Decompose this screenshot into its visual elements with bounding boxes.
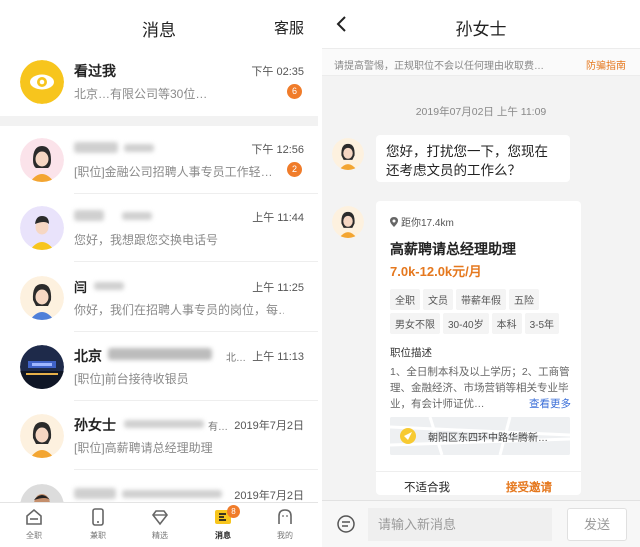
message-time: 2019年7月2日 [234,490,304,502]
message-snippet: 你好，我们在招聘人事专员的岗位，每… [74,303,284,317]
fraud-warning-text: 请提高警惕，正规职位不会以任何理由收取费… [334,61,544,72]
chat-input-bar: 发送 [322,500,640,547]
blurred-name [74,488,116,499]
blurred-subtitle [94,282,124,290]
eye-icon [20,60,64,104]
job-tag: 带薪年假 [456,289,506,310]
quick-reply-icon[interactable] [336,514,356,534]
tab-messages[interactable]: 8 消息 [203,505,243,541]
unread-badge: 6 [287,84,302,99]
blurred-name [74,210,104,221]
bottom-tab-bar: 全职 兼职 精选 8 消息 我的 [0,502,318,547]
message-time: 上午 11:25 [252,282,304,294]
message-time: 下午 12:56 [251,144,304,156]
message-snippet: 北京…有限公司等30位… [74,87,208,101]
list-item[interactable]: 上午 11:44 您好，我想跟您交换电话号 [0,194,318,262]
job-salary: 7.0k-12.0k元/月 [390,264,482,279]
contact-name: 看过我 [74,63,116,79]
sender-avatar[interactable] [332,206,364,238]
tab-featured[interactable]: 精选 [140,507,180,541]
company-photo-avatar [20,345,64,389]
contact-subtitle: 有… [208,422,228,433]
message-time: 下午 02:35 [251,66,304,78]
job-tag: 文员 [423,289,453,310]
distance-label: 距你17.4km [390,214,454,229]
divider [74,400,318,401]
female-avatar-icon [20,138,64,182]
job-tags-row: 全职 文员 带薪年假 五险 [390,289,580,310]
list-item[interactable]: 下午 12:56 [职位]金融公司招聘人事专员工作轻… 2 [0,126,318,194]
blurred-subtitle [122,490,222,498]
job-location: 朝阳区东四环中路华腾新… [428,433,548,444]
chat-header: 孙女士 [322,0,640,48]
home-icon [26,508,42,525]
male-avatar-icon [20,206,64,250]
job-tags-row: 男女不限 30-40岁 本科 3-5年 [390,313,580,334]
invite-actions: 不适合我 接受邀请 [376,471,581,495]
message-list-header: 消息 客服 [0,0,318,52]
message-time: 上午 11:13 [252,351,304,363]
blurred-subtitle [124,144,154,152]
blurred-subtitle [122,212,152,220]
list-item[interactable]: 北京 北… 上午 11:13 [职位]前台接待收银员 [0,333,318,401]
divider [74,469,318,470]
job-tag: 五险 [509,289,539,310]
job-tag: 30-40岁 [443,313,489,334]
divider [74,331,318,332]
accept-invite-button[interactable]: 接受邀请 [506,479,552,495]
message-list-pane: 消息 客服 看过我 下午 02:35 北京…有限公司等30位… 6 下午 12:… [0,0,318,547]
list-item[interactable]: 闫 上午 11:25 你好，我们在招聘人事专员的岗位，每… [0,264,318,332]
job-tag: 3-5年 [524,313,560,334]
contact-name: 北京 [74,348,102,364]
customer-service-button[interactable]: 客服 [274,17,304,38]
sender-avatar[interactable] [332,138,364,170]
job-tag: 男女不限 [390,313,440,334]
message-snippet: [职位]高薪聘请总经理助理 [74,441,213,455]
divider [74,261,318,262]
chat-timestamp: 2019年07月02日 上午 11:09 [415,106,547,118]
tab-fulltime[interactable]: 全职 [14,507,54,541]
anti-fraud-guide-link[interactable]: 防骗指南 [586,57,626,72]
female-avatar-icon [20,276,64,320]
chat-pane: 孙女士 请提高警惕，正规职位不会以任何理由收取费… 防骗指南 2019年07月0… [322,0,640,547]
job-invite-card[interactable]: 距你17.4km 高薪聘请总经理助理 7.0k-12.0k元/月 全职 文员 带薪年… [376,201,581,495]
tab-badge: 8 [227,505,240,518]
tab-parttime[interactable]: 兼职 [78,507,118,541]
chat-bubble: 您好，打扰您一下，您现在还考虑文员的工作么？ [376,135,570,182]
diamond-icon [151,510,169,526]
job-description-heading: 职位描述 [390,347,432,359]
tab-profile[interactable]: 我的 [265,507,305,541]
blurred-subtitle [124,420,204,428]
job-tag: 本科 [491,313,522,334]
job-title: 高薪聘请总经理助理 [390,241,516,257]
chat-title: 孙女士 [455,20,507,39]
contact-name: 孙女士 [74,417,116,433]
list-item[interactable]: 孙女士 有… 2019年7月2日 [职位]高薪聘请总经理助理 [0,402,318,470]
location-pin-icon [390,217,398,227]
contact-name-initial: 闫 [74,280,88,295]
location-map[interactable]: 朝阳区东四环中路华腾新… [390,417,570,455]
blurred-name [108,348,212,360]
section-divider [0,116,318,126]
fraud-warning-bar: 请提高警惕，正规职位不会以任何理由收取费… 防骗指南 [322,48,640,76]
female-avatar-icon [20,414,64,458]
message-input[interactable] [368,508,552,541]
view-more-link[interactable]: 查看更多 [525,396,571,411]
message-time: 上午 11:44 [252,212,304,224]
unread-badge: 2 [287,162,302,177]
message-snippet: [职位]前台接待收银员 [74,372,189,386]
message-snippet: 您好，我想跟您交换电话号 [74,233,219,247]
list-item-viewed-me[interactable]: 看过我 下午 02:35 北京…有限公司等30位… 6 [0,48,318,116]
phone-icon [92,508,104,526]
blurred-name [74,142,118,153]
contact-subtitle: 北… [226,353,246,364]
job-tag: 全职 [390,289,420,310]
message-snippet: [职位]金融公司招聘人事专员工作轻… [74,165,273,179]
decline-button[interactable]: 不适合我 [404,479,450,495]
message-time: 2019年7月2日 [234,420,304,432]
profile-icon [278,509,292,524]
page-title: 消息 [142,21,176,40]
send-button[interactable]: 发送 [567,508,627,541]
